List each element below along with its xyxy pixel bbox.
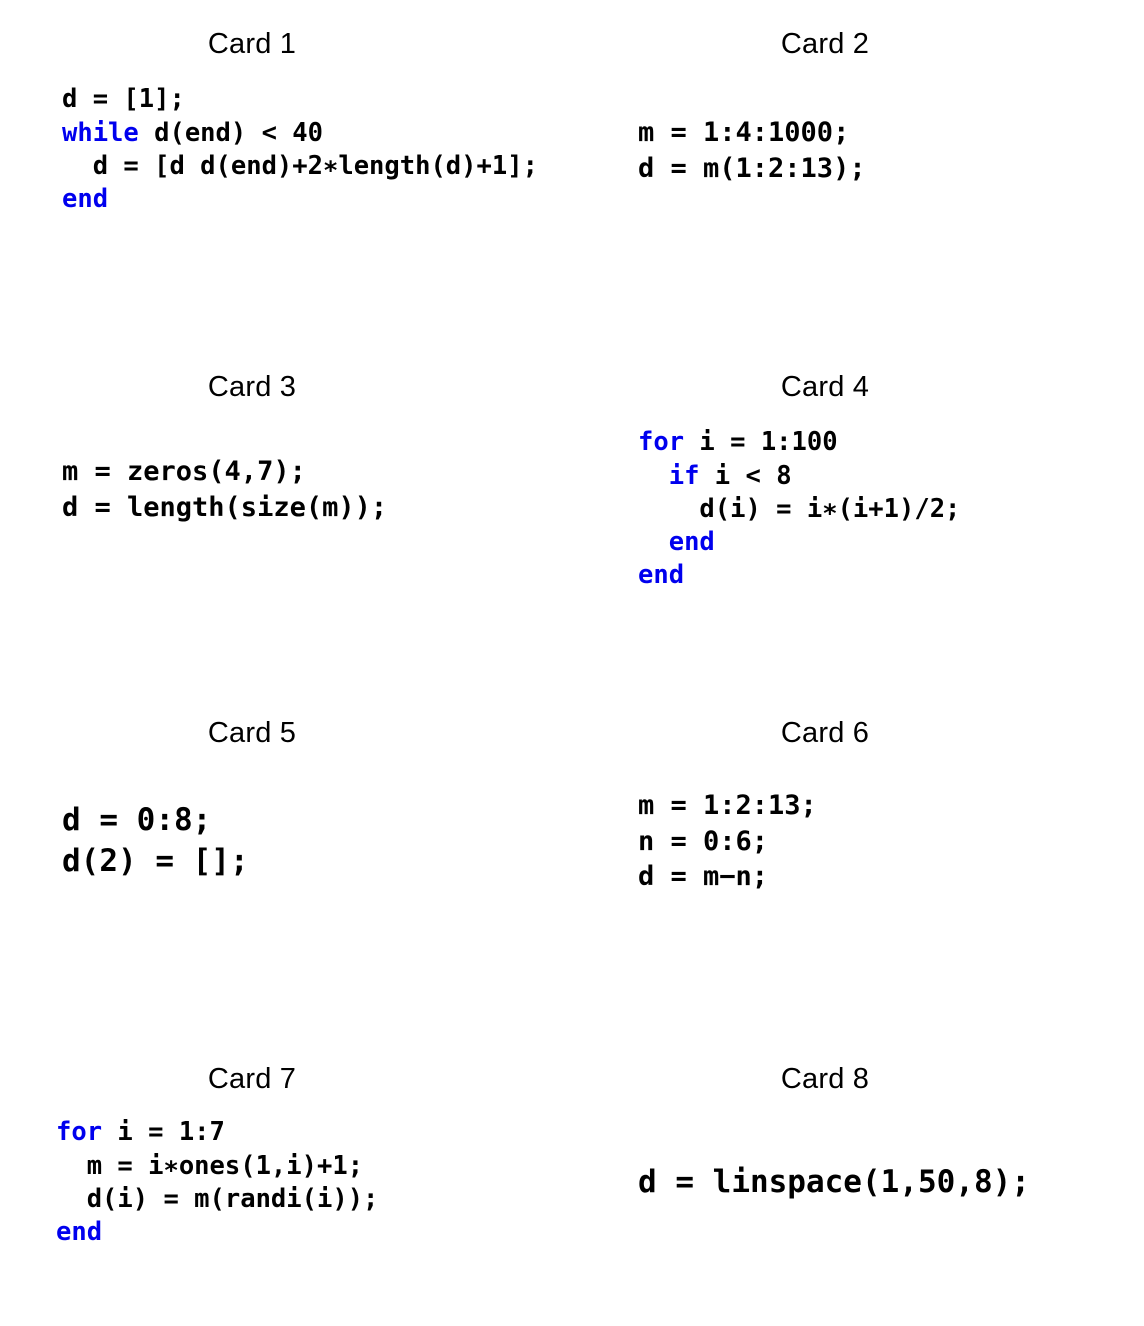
card-3-title: Card 3 [207, 371, 297, 403]
card-2: Card 2 m = 1:4:1000; d = m(1:2:13); [572, 0, 1144, 346]
card-4: Card 4 for i = 1:100 if i < 8 d(i) = i∗(… [572, 346, 1144, 692]
code-keyword: end [638, 560, 685, 590]
code-keyword: end [62, 183, 109, 214]
code-keyword: for [638, 427, 685, 458]
card-1: Card 1 d = [1]; while d(end) < 40 d = [d… [0, 0, 572, 346]
code-keyword: end [56, 1216, 103, 1247]
card-8: Card 8 d = linspace(1,50,8); [572, 1038, 1144, 1326]
code-text: d = m(1:2:13); [638, 152, 866, 184]
card-3-code: m = zeros(4,7); d = length(size(m)); [62, 454, 572, 524]
code-text: d = m−n; [638, 860, 769, 892]
code-text: d(2) = []; [62, 842, 249, 879]
code-text: d = 0:8; [62, 802, 212, 839]
card-8-code: d = linspace(1,50,8); [638, 1162, 1144, 1202]
card-1-title: Card 1 [207, 28, 297, 60]
code-keyword: for [56, 1117, 103, 1148]
card-7-title: Card 7 [207, 1063, 297, 1095]
code-text: m = zeros(4,7); [62, 456, 306, 488]
card-8-title: Card 8 [780, 1063, 870, 1095]
card-5: Card 5 d = 0:8; d(2) = []; [0, 692, 572, 1038]
code-text: i = 1:100 [684, 427, 838, 458]
code-keyword: end [668, 526, 715, 557]
card-1-code: d = [1]; while d(end) < 40 d = [d d(end)… [62, 83, 572, 216]
card-6: Card 6 m = 1:2:13; n = 0:6; d = m−n; [572, 692, 1144, 1038]
card-5-code: d = 0:8; d(2) = []; [62, 800, 572, 881]
code-text: d = [d d(end)+2∗length(d)+1]; [62, 150, 538, 181]
card-5-title: Card 5 [207, 717, 297, 749]
code-text: d = linspace(1,50,8); [638, 1164, 1030, 1201]
code-keyword: if [668, 460, 700, 491]
card-3: Card 3 m = zeros(4,7); d = length(size(m… [0, 346, 572, 692]
code-text: d = [1]; [62, 84, 185, 115]
card-2-code: m = 1:4:1000; d = m(1:2:13); [638, 115, 1144, 185]
code-text: m = i∗ones(1,i)+1; [56, 1150, 364, 1181]
card-7: Card 7 for i = 1:7 m = i∗ones(1,i)+1; d(… [0, 1038, 572, 1326]
card-4-code: for i = 1:100 if i < 8 d(i) = i∗(i+1)/2;… [638, 426, 1144, 592]
code-text: m = 1:2:13; [638, 790, 817, 822]
card-2-title: Card 2 [780, 28, 870, 60]
code-text: d = length(size(m)); [62, 491, 388, 523]
card-6-title: Card 6 [780, 717, 870, 749]
card-grid: Card 1 d = [1]; while d(end) < 40 d = [d… [0, 0, 1144, 1326]
code-text: m = 1:4:1000; [638, 117, 850, 149]
code-cards-sheet: Card 1 d = [1]; while d(end) < 40 d = [d… [0, 0, 1144, 1326]
code-keyword: while [62, 117, 139, 148]
code-text: i = 1:7 [102, 1117, 225, 1148]
card-7-code: for i = 1:7 m = i∗ones(1,i)+1; d(i) = m(… [56, 1116, 572, 1249]
code-text: n = 0:6; [638, 825, 769, 857]
code-text: d(i) = m(randi(i)); [56, 1183, 379, 1214]
code-text: d(i) = i∗(i+1)/2; [638, 493, 961, 524]
card-6-code: m = 1:2:13; n = 0:6; d = m−n; [638, 788, 1144, 893]
code-text: d(end) < 40 [138, 117, 323, 148]
code-text: i < 8 [699, 460, 792, 491]
card-4-title: Card 4 [780, 371, 870, 403]
